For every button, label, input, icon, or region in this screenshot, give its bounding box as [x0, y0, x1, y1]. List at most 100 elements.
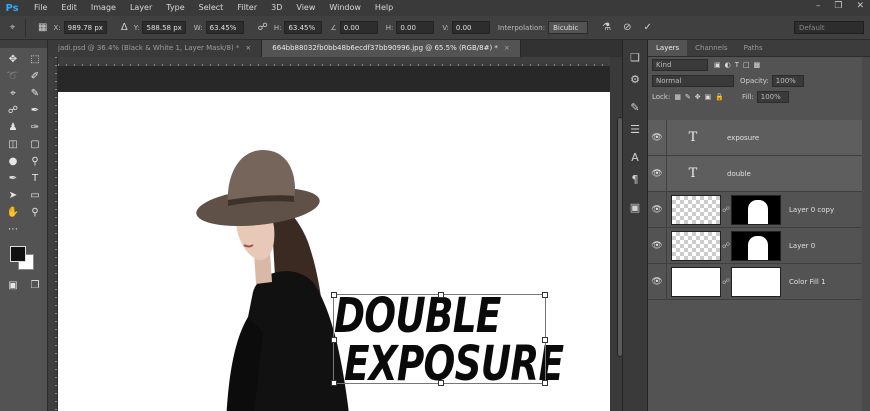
layer-row-exposure[interactable]: 👁 T exposure — [648, 119, 862, 156]
lock-icons[interactable]: ▦✎✥▣🔒 — [674, 93, 728, 101]
link-icon[interactable]: ☍ — [258, 22, 268, 33]
layer-row-layer-0[interactable]: 👁 ☍ Layer 0 — [648, 227, 862, 264]
screen-mode-icon[interactable]: ❐ — [24, 277, 46, 293]
character-panel-icon[interactable]: A — [623, 146, 647, 168]
adjustments-panel-icon[interactable]: ☰ — [623, 118, 647, 140]
layer-row-double[interactable]: 👁 T double — [648, 155, 862, 192]
vskew-field[interactable]: 0.00 — [451, 21, 490, 34]
h-field[interactable]: 63.45% — [284, 21, 323, 34]
visibility-eye-icon[interactable]: 👁 — [648, 277, 666, 287]
layer-mask-thumbnail[interactable] — [731, 230, 781, 261]
tab-channels[interactable]: Channels — [687, 40, 735, 56]
minimize-icon[interactable]: – — [816, 1, 821, 11]
transform-bounding-box[interactable] — [331, 292, 548, 386]
gradient-tool-icon[interactable]: ▢ — [24, 136, 46, 152]
tab-paths[interactable]: Paths — [736, 40, 771, 56]
quick-select-tool-icon[interactable]: ✐ — [24, 68, 46, 84]
brush-tool-icon[interactable]: ✒ — [24, 102, 46, 118]
x-field[interactable]: 989.78 px — [63, 21, 107, 34]
warp-icon[interactable]: ⚗ — [602, 22, 611, 33]
paragraph-panel-icon[interactable]: ¶ — [623, 168, 647, 190]
toolbar-grip[interactable] — [0, 40, 47, 48]
menu-3d[interactable]: 3D — [264, 0, 289, 16]
stamp-tool-icon[interactable]: ♟ — [2, 119, 24, 135]
close-icon[interactable]: ✕ — [856, 1, 864, 11]
handle-top-center[interactable] — [438, 292, 444, 298]
layer-row-color-fill-1[interactable]: 👁 ☍ Color Fill 1 — [648, 263, 862, 300]
pen-tool-icon[interactable]: ✒ — [2, 170, 24, 186]
mask-link-icon[interactable]: ☍ — [721, 241, 731, 250]
layer-thumbnail[interactable] — [671, 230, 721, 261]
visibility-eye-icon[interactable]: 👁 — [648, 169, 666, 179]
w-field[interactable]: 63.45% — [205, 21, 244, 34]
menu-file[interactable]: File — [27, 0, 54, 16]
blur-tool-icon[interactable]: ● — [2, 153, 24, 169]
vertical-ruler[interactable] — [48, 57, 58, 411]
handle-bottom-left[interactable] — [331, 380, 337, 386]
hand-tool-icon[interactable]: ✋ — [2, 204, 24, 220]
layer-name[interactable]: Layer 0 copy — [789, 206, 834, 214]
history-brush-icon[interactable]: ✑ — [24, 119, 46, 135]
close-tab-icon[interactable]: × — [245, 44, 251, 52]
menu-edit[interactable]: Edit — [54, 0, 84, 16]
properties-panel-icon[interactable]: ⚙ — [623, 68, 647, 90]
type-tool-icon[interactable]: T — [24, 170, 46, 186]
history-panel-icon[interactable]: ❑ — [623, 46, 647, 68]
handle-middle-left[interactable] — [331, 337, 337, 343]
healing-tool-icon[interactable]: ☍ — [2, 102, 24, 118]
canvas-area[interactable]: DOUBLE EXPOSURE — [58, 67, 610, 411]
foreground-color-swatch[interactable] — [10, 246, 26, 262]
crop-tool-icon[interactable]: ⌖ — [2, 85, 24, 101]
tab-layers[interactable]: Layers — [648, 40, 688, 56]
transform-tool-icon[interactable]: ⌖ — [0, 18, 26, 37]
reference-point-icon[interactable]: ▦ — [38, 22, 47, 33]
layer-mask-thumbnail[interactable] — [731, 194, 781, 225]
eraser-tool-icon[interactable]: ◫ — [2, 136, 24, 152]
menu-view[interactable]: View — [289, 0, 322, 16]
menu-select[interactable]: Select — [192, 0, 231, 16]
canvas-scrollbar[interactable] — [610, 57, 623, 411]
mask-link-icon[interactable]: ☍ — [721, 277, 731, 286]
handle-bottom-right[interactable] — [542, 380, 548, 386]
layer-name[interactable]: exposure — [727, 134, 759, 142]
visibility-eye-icon[interactable]: 👁 — [648, 205, 666, 215]
visibility-eye-icon[interactable]: 👁 — [648, 133, 666, 143]
handle-top-left[interactable] — [331, 292, 337, 298]
handle-middle-right[interactable] — [542, 337, 548, 343]
menu-window[interactable]: Window — [322, 0, 368, 16]
menu-image[interactable]: Image — [84, 0, 123, 16]
move-tool-icon[interactable]: ✥ — [2, 51, 24, 67]
tab-active-document[interactable]: 664bb88032fb0bb48b6ecdf37bb90996.jpg @ 6… — [262, 40, 521, 57]
fill-thumbnail[interactable] — [671, 266, 721, 297]
more-tools-icon[interactable]: ⋯ — [2, 221, 24, 237]
angle-field[interactable]: 0.00 — [339, 21, 378, 34]
layer-thumbnail[interactable] — [671, 194, 721, 225]
menu-filter[interactable]: Filter — [230, 0, 264, 16]
document-canvas[interactable]: DOUBLE EXPOSURE — [58, 92, 610, 411]
layer-name[interactable]: double — [727, 170, 751, 178]
eyedropper-tool-icon[interactable]: ✎ — [24, 85, 46, 101]
close-tab-icon[interactable]: × — [504, 44, 510, 52]
menu-help[interactable]: Help — [368, 0, 400, 16]
zoom-tool-icon[interactable]: ⚲ — [24, 204, 46, 220]
marquee-tool-icon[interactable]: ⬚ — [24, 51, 46, 67]
handle-bottom-center[interactable] — [438, 380, 444, 386]
hskew-field[interactable]: 0.00 — [396, 21, 435, 34]
quick-mask-icon[interactable]: ▣ — [2, 277, 24, 293]
horizontal-ruler[interactable] — [58, 57, 610, 67]
restore-icon[interactable]: ❐ — [834, 1, 842, 11]
brush-panel-icon[interactable]: ✎ — [623, 96, 647, 118]
layer-name[interactable]: Color Fill 1 — [789, 278, 826, 286]
path-select-tool-icon[interactable]: ➤ — [2, 187, 24, 203]
delta-icon[interactable]: Δ — [121, 22, 128, 33]
commit-transform-icon[interactable]: ✓ — [643, 22, 651, 33]
panel-scrollbar[interactable] — [862, 57, 870, 411]
fill-field[interactable]: 100% — [756, 91, 789, 103]
y-field[interactable]: 588.58 px — [142, 21, 186, 34]
interpolation-select[interactable]: Bicubic — [548, 21, 589, 34]
blend-mode-select[interactable]: Normal — [652, 75, 734, 87]
menu-type[interactable]: Type — [159, 0, 191, 16]
kind-filter-select[interactable]: Kind — [652, 59, 708, 71]
workspace-select[interactable]: Default — [794, 21, 864, 34]
dodge-tool-icon[interactable]: ⚲ — [24, 153, 46, 169]
